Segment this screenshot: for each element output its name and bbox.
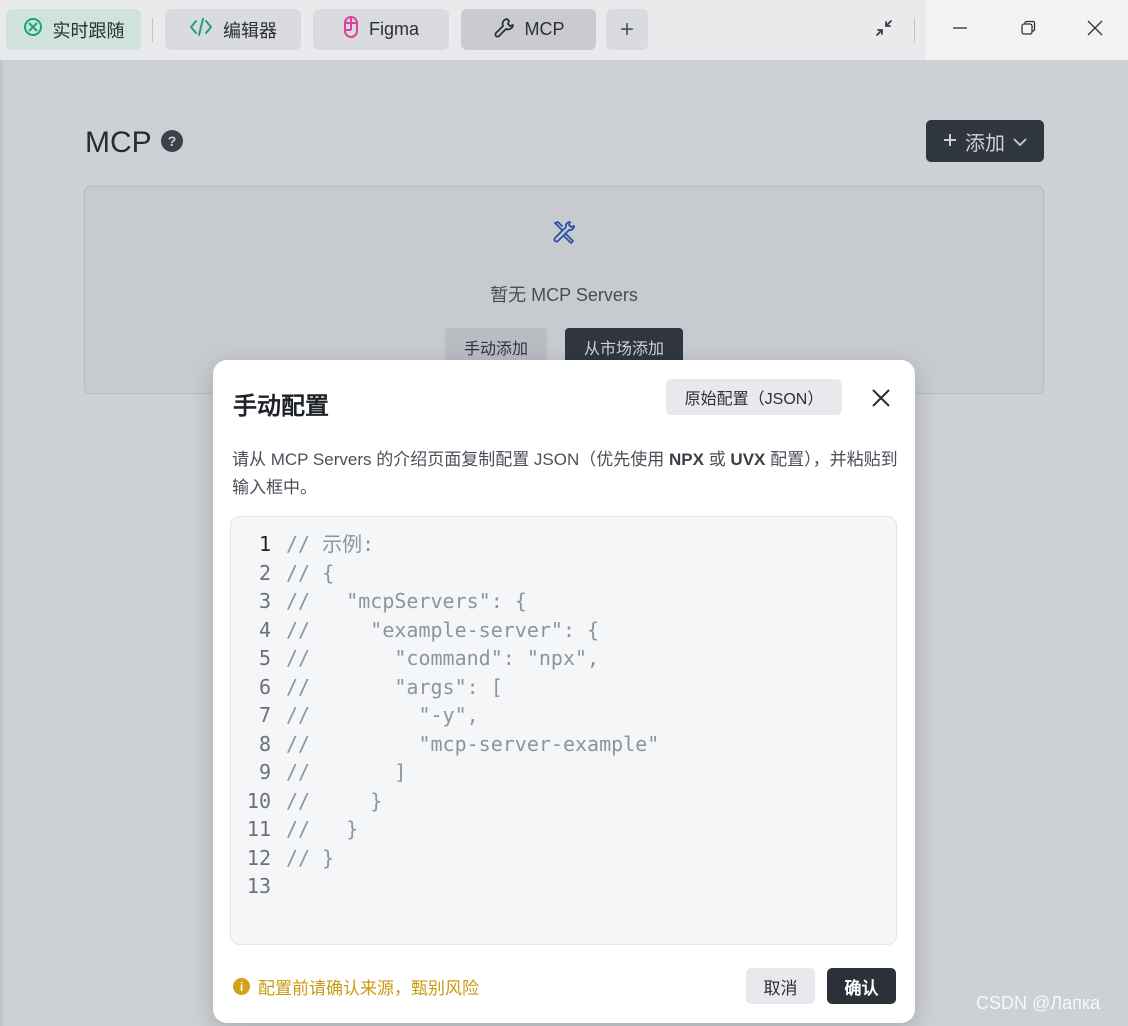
code-text: // "-y", [286, 703, 479, 727]
manual-config-dialog: 手动配置 原始配置（JSON） 请从 MCP Servers 的介绍页面复制配置… [213, 360, 915, 1023]
tab-label: MCP [524, 19, 565, 39]
tab-label: Figma [368, 19, 419, 39]
code-text: // ] [286, 760, 407, 784]
json-code-editor[interactable]: 1 // 示例: 2 // { 3 // "mcpServers": { 4 // "exam… [230, 516, 897, 945]
code-line: 4 // "example-server": { [231, 616, 659, 645]
close-icon [872, 388, 890, 412]
code-line: 6 // "args": [ [231, 673, 659, 702]
close-icon [1087, 20, 1103, 41]
line-number: 11 [246, 817, 271, 841]
code-line: 12 // } [231, 844, 659, 873]
code-text: // "mcpServers": { [286, 589, 527, 613]
code-text: // } [286, 817, 359, 841]
risk-warning: i 配置前请确认来源，甄别风险 [233, 974, 479, 999]
cancel-button[interactable]: 取消 [746, 968, 815, 1004]
line-number: 5 [258, 646, 271, 670]
line-number: 2 [258, 560, 271, 585]
tab-label: 实时跟随 [52, 20, 125, 41]
dialog-description: 请从 MCP Servers 的介绍页面复制配置 JSON（优先使用 NPX 或… [232, 446, 900, 502]
code-text: // 示例: [286, 532, 375, 556]
code-text: // } [286, 788, 383, 813]
line-number: 4 [258, 617, 271, 642]
code-line: 11 // } [231, 815, 659, 844]
tab-editor[interactable]: 编辑器 [165, 9, 301, 50]
code-line: 8 // "mcp-server-example" [231, 730, 659, 759]
code-line: 9 // ] [231, 758, 659, 787]
tab-divider [152, 18, 153, 42]
collapse-button[interactable] [866, 14, 902, 46]
figma-icon [343, 16, 359, 43]
code-line: 5 // "command": "npx", [231, 644, 659, 673]
desc-text: 请从 MCP Servers 的介绍页面复制配置 JSON（优先使用 [232, 450, 669, 469]
raw-json-button[interactable]: 原始配置（JSON） [666, 379, 842, 415]
desc-npx: NPX [669, 450, 704, 469]
tab-label: 编辑器 [223, 20, 277, 41]
collapse-icon [874, 18, 894, 43]
dialog-close-button[interactable] [865, 384, 897, 416]
restore-button[interactable] [994, 0, 1062, 60]
code-text: // { [286, 560, 335, 585]
minimize-button[interactable] [926, 0, 994, 60]
title-bar: 实时跟随 编辑器 Figma MCP + [0, 0, 1128, 60]
code-line: 13 [231, 872, 659, 901]
line-number: 1 [258, 532, 271, 556]
watermark: CSDN @Лапка [976, 993, 1101, 1013]
code-text: // "mcp-server-example" [286, 731, 660, 756]
code-line: 7 // "-y", [231, 701, 659, 730]
tab-figma[interactable]: Figma [313, 9, 449, 50]
code-text: // "example-server": { [286, 617, 600, 642]
code-line: 2 // { [231, 559, 659, 588]
tab-live-follow[interactable]: 实时跟随 [6, 9, 141, 50]
line-number: 12 [246, 845, 271, 870]
line-number: 6 [258, 674, 271, 699]
code-text: // } [286, 845, 335, 870]
plus-icon: + [619, 15, 634, 43]
new-tab-button[interactable]: + [606, 9, 648, 50]
confirm-button[interactable]: 确认 [827, 968, 896, 1004]
line-number: 7 [258, 703, 271, 727]
toolbar-divider [914, 18, 915, 42]
line-number: 3 [258, 589, 271, 613]
code-lines: 1 // 示例: 2 // { 3 // "mcpServers": { 4 // "exam… [231, 530, 659, 901]
code-text: // "command": "npx", [286, 646, 600, 670]
tab-mcp[interactable]: MCP [461, 9, 596, 50]
warning-text: 配置前请确认来源，甄别风险 [258, 979, 479, 998]
wrench-icon [493, 16, 515, 43]
line-number: 9 [258, 760, 271, 784]
desc-or: 或 [703, 450, 731, 469]
code-icon [189, 17, 213, 42]
line-number: 8 [258, 731, 271, 756]
dialog-title: 手动配置 [233, 393, 329, 420]
minimize-icon [952, 20, 968, 41]
line-number: 13 [246, 874, 271, 898]
code-line: 10 // } [231, 787, 659, 816]
code-text: // "args": [ [286, 674, 503, 699]
code-line: 3 // "mcpServers": { [231, 587, 659, 616]
target-icon [23, 17, 43, 42]
code-line: 1 // 示例: [231, 530, 659, 559]
desc-uvx: UVX [730, 450, 766, 469]
restore-icon [1020, 20, 1036, 41]
line-number: 10 [246, 788, 271, 813]
window-close-button[interactable] [1062, 0, 1128, 60]
info-icon: i [233, 978, 250, 995]
